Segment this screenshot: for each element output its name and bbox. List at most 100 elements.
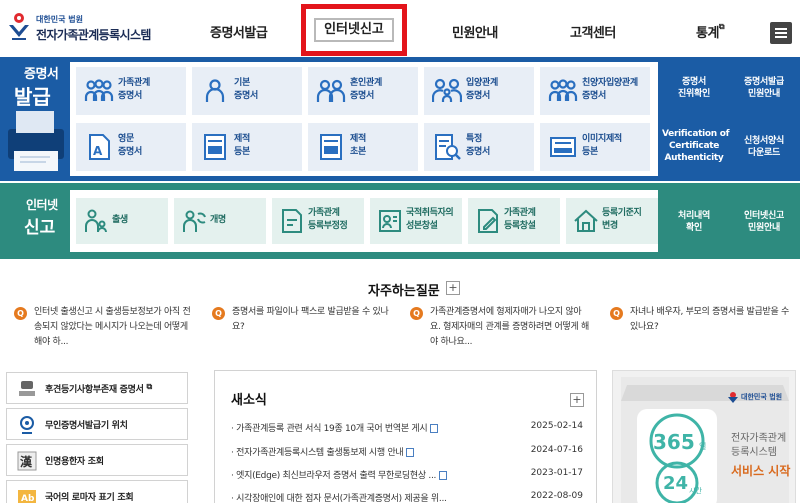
nav-internet-report-highlight[interactable]: 인터넷신고 xyxy=(301,4,407,56)
tile-marriage-cert[interactable]: 혼인관계 증명서 xyxy=(308,67,418,115)
printer-illustration-icon xyxy=(8,111,64,171)
document-icon xyxy=(430,424,439,433)
court-emblem-icon xyxy=(9,13,29,40)
tile-image-removed-record[interactable]: 이미지제적 등본 xyxy=(540,123,650,171)
banner-line1: 전자가족관계 xyxy=(731,432,786,444)
report-tiles-panel: 출생 개명 가족관계 등록부정정 국적취득자의 성본창설 가족관계 등록창설 등… xyxy=(70,190,658,252)
quick-link-romanization[interactable]: Ab 국어의 로마자 표기 조회 xyxy=(6,480,188,503)
tile-record-creation[interactable]: 가족관계 등록창설 xyxy=(468,198,560,244)
tile-family-relation-cert[interactable]: 가족관계 증명서 xyxy=(76,67,186,115)
english-doc-icon: A xyxy=(89,134,110,160)
link-verification-english[interactable]: Verification of Certificate Authenticity xyxy=(662,128,730,164)
news-item-title: 전자가족관계등록시스템 출생통보제 시행 안내 xyxy=(236,448,404,458)
tile-label: 친양자입양관계 증명서 xyxy=(582,78,638,101)
tile-label: 출생 xyxy=(112,215,128,225)
report-title-line1: 인터넷 xyxy=(26,198,58,212)
adoption-icon xyxy=(432,78,462,102)
news-item[interactable]: · 엣지(Edge) 최신브라우저 증명서 출력 무한로딩현상 ... 2023… xyxy=(231,468,583,484)
nationality-icon xyxy=(379,210,401,232)
faq-item-text: 인터넷 출생신고 시 출생등보정보가 아직 전송되지 않았다는 메시지가 나오는… xyxy=(34,307,191,347)
tile-label: 기본 증명서 xyxy=(234,78,258,101)
logo-subtitle: 대한민국 법원 xyxy=(36,15,83,24)
news-item[interactable]: · 가족관계등록 관련 서식 19종 10개 국어 번역본 게시 2025-02… xyxy=(231,421,583,437)
quick-link-kiosk-location[interactable]: 무인증명서발급기 위치 xyxy=(6,408,188,440)
main-nav: 증명서발급 인터넷신고 민원안내 고객센터 통계⧉ xyxy=(170,0,750,58)
quick-link-hanja[interactable]: 漢 인명용한자 조회 xyxy=(6,444,188,476)
link-cert-verify[interactable]: 증명서 진위확인 xyxy=(662,76,726,100)
issue-tiles-panel: 가족관계 증명서 기본 증명서 혼인관계 증명서 입양관계 증명서 친양자입양관… xyxy=(70,62,658,176)
tile-label: 국적취득자의 성본창설 xyxy=(406,208,454,231)
external-link-icon: ⧉ xyxy=(146,382,152,391)
link-process-history[interactable]: 처리내역 확인 xyxy=(662,210,726,234)
home-icon xyxy=(574,209,598,232)
tile-basic-cert[interactable]: 기본 증명서 xyxy=(192,67,302,115)
nav-internet-report[interactable]: 인터넷신고 xyxy=(314,18,394,42)
news-item[interactable]: · 전자가족관계등록시스템 출생통보제 시행 안내 2024-07-16 xyxy=(231,445,583,461)
family-icon xyxy=(548,79,578,101)
tile-rename-report[interactable]: 개명 xyxy=(174,198,266,244)
tile-english-cert[interactable]: A 영문 증명서 xyxy=(76,123,186,171)
report-title-line2: 신고 xyxy=(24,218,56,238)
family-icon xyxy=(84,79,114,101)
service-banner[interactable]: 대한민국 법원 365 일 24 시간 전자가족관계 등록시스템 서비스 시작 xyxy=(612,370,796,503)
banner-365-unit: 일 xyxy=(699,442,706,451)
link-cert-civil-guide[interactable]: 증명서발급 민원안내 xyxy=(732,76,796,100)
site-logo[interactable]: 대한민국 법원 전자가족관계등록시스템 xyxy=(6,11,166,45)
quick-link-guardianship[interactable]: 후견등기사항부존재 증명서 ⧉ xyxy=(6,372,188,404)
tile-label: 특정 증명서 xyxy=(466,134,490,157)
certificate-issue-section: 증명서 발급 가족관계 증명서 기본 증명서 혼인관계 증명서 입양관계 증명서 xyxy=(0,57,800,181)
external-link-icon: ⧉ xyxy=(718,22,725,31)
tile-full-adoption-cert[interactable]: 친양자입양관계 증명서 xyxy=(540,67,650,115)
hamburger-menu-button[interactable] xyxy=(770,22,792,44)
issue-section-title: 증명서 발급 xyxy=(0,57,70,181)
quick-link-label: 국어의 로마자 표기 조회 xyxy=(45,493,134,503)
question-icon: Q xyxy=(410,307,423,320)
image-record-icon xyxy=(550,137,576,157)
tile-record-correction[interactable]: 가족관계 등록부정정 xyxy=(272,198,364,244)
tile-removed-record-copy[interactable]: 제적 등본 xyxy=(192,123,302,171)
link-form-download[interactable]: 신청서양식 다운로드 xyxy=(732,135,796,159)
rename-icon xyxy=(183,210,206,232)
link-report-civil-guide[interactable]: 인터넷신고 민원안내 xyxy=(732,210,796,234)
tile-label: 혼인관계 증명서 xyxy=(350,78,382,101)
tile-label: 개명 xyxy=(210,215,226,225)
location-icon xyxy=(20,416,34,434)
quick-link-label: 인명용한자 조회 xyxy=(45,457,104,467)
tile-specific-cert[interactable]: 특정 증명서 xyxy=(424,123,534,171)
banner-line2: 등록시스템 xyxy=(731,446,777,458)
tile-label: 입양관계 증명서 xyxy=(466,78,498,101)
tile-label: 영문 증명서 xyxy=(118,134,142,157)
nav-statistics-label: 통계 xyxy=(696,26,719,41)
tile-label: 가족관계 등록창설 xyxy=(504,208,536,231)
hanja-icon: 漢 xyxy=(17,451,37,471)
issue-title-line2: 발급 xyxy=(14,85,51,109)
banner-24-unit: 시간 xyxy=(689,486,702,495)
tile-registration-base-change[interactable]: 등록기준지 변경 xyxy=(566,198,658,244)
roman-icon: Ab xyxy=(18,490,36,503)
news-panel: 새소식 + · 가족관계등록 관련 서식 19종 10개 국어 번역본 게시 2… xyxy=(214,370,597,503)
header: 대한민국 법원 전자가족관계등록시스템 증명서발급 인터넷신고 민원안내 고객센… xyxy=(0,0,800,58)
news-title: 새소식 xyxy=(231,393,267,408)
tile-nationality-surname[interactable]: 국적취득자의 성본창설 xyxy=(370,198,462,244)
faq-more-button[interactable]: + xyxy=(446,281,460,295)
question-icon: Q xyxy=(212,307,225,320)
nav-civil-guide[interactable]: 민원안내 xyxy=(452,22,498,41)
svg-text:Ab: Ab xyxy=(21,494,35,503)
correction-icon xyxy=(282,209,302,233)
person-icon xyxy=(205,79,225,102)
logo-title: 전자가족관계등록시스템 xyxy=(36,28,151,42)
birth-icon xyxy=(85,209,107,233)
tile-label: 제적 등본 xyxy=(234,134,250,157)
news-more-button[interactable]: + xyxy=(570,393,584,407)
tile-birth-report[interactable]: 출생 xyxy=(76,198,168,244)
news-item[interactable]: · 시각장애인에 대한 점자 문서(가족관계증명서) 제공을 위... 2022… xyxy=(231,491,583,503)
question-icon: Q xyxy=(610,307,623,320)
nav-customer-center[interactable]: 고객센터 xyxy=(570,22,616,41)
svg-text:漢: 漢 xyxy=(20,454,33,469)
nav-statistics[interactable]: 통계⧉ xyxy=(696,22,725,41)
tile-removed-record-extract[interactable]: 제적 초본 xyxy=(308,123,418,171)
tile-adoption-cert[interactable]: 입양관계 증명서 xyxy=(424,67,534,115)
seal-icon xyxy=(19,381,35,396)
nav-certificate-issue[interactable]: 증명서발급 xyxy=(210,22,268,41)
document-icon xyxy=(439,471,448,480)
